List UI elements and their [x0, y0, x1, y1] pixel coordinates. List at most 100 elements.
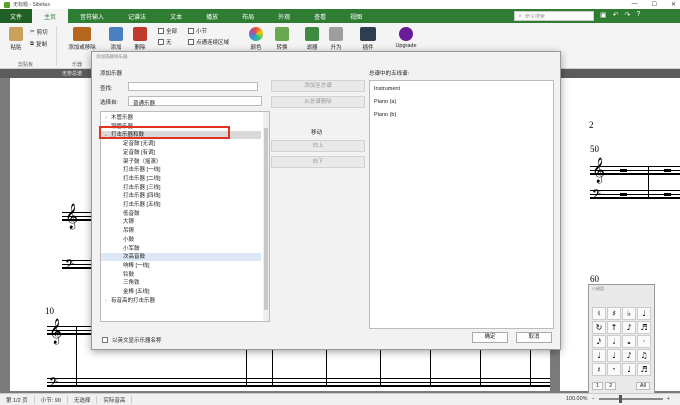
upgrade-button[interactable]: Upgrade: [392, 27, 420, 49]
minimize-icon[interactable]: —: [632, 1, 638, 8]
instrument-tree[interactable]: › 木管乐器 › 铜管乐器 ⌄ 打击乐器和鼓 定音鼓 [无调] 定音鼓 [有调] 架子鼓（摇滚）…: [100, 111, 270, 322]
delete-bar-button[interactable]: 删除: [130, 27, 150, 51]
tree-instrument-item[interactable]: 金棒 [五线]: [101, 288, 261, 296]
help-icon[interactable]: ?: [636, 11, 640, 19]
keypad-key[interactable]: 𝅝: [622, 335, 636, 348]
close-icon[interactable]: ✕: [671, 1, 676, 8]
chevron-right-icon[interactable]: ›: [101, 297, 111, 305]
keypad-voice-1[interactable]: 1: [592, 382, 604, 390]
list-item[interactable]: Instrument: [374, 86, 400, 92]
keypad-key[interactable]: ♪: [622, 349, 636, 362]
tree-instrument-item[interactable]: 响棒 [一线]: [101, 262, 261, 270]
tree-instrument-item[interactable]: 吊镲: [101, 227, 261, 235]
keypad-key[interactable]: 𝄾: [607, 363, 621, 376]
staves-in-score-list[interactable]: Instrument Piano (a) Piano (b): [369, 80, 554, 329]
move-down-button[interactable]: 向下: [271, 156, 365, 168]
chevron-right-icon[interactable]: ›: [101, 114, 111, 122]
continuous-selection-icon: [188, 39, 194, 45]
tree-instrument-item[interactable]: 三角铁: [101, 279, 261, 287]
keypad-key[interactable]: ♩: [637, 307, 651, 320]
keypad-key[interactable]: 𝅘𝅥𝅯: [592, 335, 606, 348]
add-bar-button[interactable]: 添加: [106, 27, 126, 51]
keypad-key[interactable]: ♬: [637, 363, 651, 376]
tree-instrument-item[interactable]: 低音鼓: [101, 210, 261, 218]
tab-layout[interactable]: 布局: [230, 9, 266, 23]
tree-instrument-item[interactable]: 打击乐器 [三线]: [101, 184, 261, 192]
color-button[interactable]: 颜色: [246, 27, 266, 51]
keypad-voice-2[interactable]: 2: [605, 382, 617, 390]
continuous-selection-button[interactable]: 点通连续区域: [188, 38, 229, 46]
cut-button[interactable]: ✂ 剪切: [30, 28, 48, 36]
keypad-key[interactable]: ♮: [592, 307, 606, 320]
command-search[interactable]: ⌕ 命令搜索: [514, 11, 594, 21]
tree-instrument-item[interactable]: 小军鼓: [101, 245, 261, 253]
list-item[interactable]: Piano (a): [374, 99, 396, 105]
ok-button[interactable]: 确定: [472, 332, 508, 343]
save-icon[interactable]: ▣: [600, 11, 607, 19]
keypad-key[interactable]: ♫: [637, 349, 651, 362]
keypad-key[interactable]: ♪: [622, 321, 636, 334]
tree-instrument-item[interactable]: 打击乐器 [五线]: [101, 201, 261, 209]
english-names-checkbox[interactable]: [102, 337, 108, 343]
keypad-key[interactable]: 𝅗𝅥: [607, 335, 621, 348]
tree-instrument-item[interactable]: 铃鼓: [101, 271, 261, 279]
tab-play[interactable]: 播放: [194, 9, 230, 23]
tree-category-item[interactable]: › 木管乐器: [101, 114, 261, 122]
maximize-icon[interactable]: ☐: [652, 1, 657, 8]
zoom-in-icon[interactable]: +: [667, 396, 670, 402]
remove-from-score-button[interactable]: 从总谱删除: [271, 96, 365, 108]
filter-button[interactable]: 滤器: [302, 27, 322, 51]
tree-instrument-item[interactable]: 大镲: [101, 218, 261, 226]
copy-icon: ⧉: [30, 40, 34, 47]
add-remove-instruments-button[interactable]: 添加或移除: [62, 27, 102, 51]
keypad-key[interactable]: ·: [637, 335, 651, 348]
move-up-button[interactable]: 向上: [271, 140, 365, 152]
tree-instrument-item[interactable]: 打击乐器 [一线]: [101, 166, 261, 174]
select-none-button[interactable]: 无: [158, 38, 172, 46]
tab-review[interactable]: 查看: [302, 9, 338, 23]
tree-instrument-item[interactable]: 次高音鼓: [101, 253, 261, 262]
keypad-all-button[interactable]: All: [635, 382, 650, 390]
plugins-button[interactable]: 插件: [356, 27, 380, 51]
tree-instrument-item[interactable]: 定音鼓 [无调]: [101, 140, 261, 148]
keypad-key[interactable]: ↑: [607, 321, 621, 334]
redo-icon[interactable]: ↷: [625, 11, 631, 19]
cancel-button[interactable]: 取消: [516, 332, 552, 343]
tab-appearance[interactable]: 外观: [266, 9, 302, 23]
tree-instrument-item[interactable]: 打击乐器 [二线]: [101, 175, 261, 183]
tab-file[interactable]: 文件: [0, 9, 33, 23]
keypad-key[interactable]: ♩: [607, 349, 621, 362]
add-to-score-button[interactable]: 添加至总谱: [271, 80, 365, 92]
tab-home[interactable]: 主页: [32, 9, 69, 23]
tree-instrument-item[interactable]: 打击乐器 [四线]: [101, 192, 261, 200]
zoom-out-icon[interactable]: −: [592, 396, 595, 402]
tab-notations[interactable]: 记谱法: [116, 9, 158, 23]
undo-icon[interactable]: ↶: [613, 11, 619, 19]
copy-button[interactable]: ⧉ 复制: [30, 40, 47, 49]
list-item[interactable]: Piano (b): [374, 112, 396, 118]
tree-instrument-item[interactable]: 定音鼓 [有调]: [101, 149, 261, 157]
keypad-key[interactable]: ♩: [622, 363, 636, 376]
tree-scrollbar[interactable]: [263, 112, 269, 321]
keypad-key[interactable]: ♯: [607, 307, 621, 320]
tree-scrollbar-thumb[interactable]: [264, 128, 268, 310]
tab-text[interactable]: 文本: [158, 9, 194, 23]
choose-from-select[interactable]: 普通乐器: [128, 96, 262, 107]
zoom-slider[interactable]: [598, 395, 663, 403]
select-bar-button[interactable]: 小节: [188, 27, 207, 35]
keypad-key[interactable]: ♬: [637, 321, 651, 334]
tree-instrument-item[interactable]: 架子鼓（摇滚）: [101, 158, 261, 166]
transform-button[interactable]: 转换: [272, 27, 292, 51]
keypad-key[interactable]: ♭: [622, 307, 636, 320]
select-all-button[interactable]: 全部: [158, 27, 177, 35]
paste-button[interactable]: 粘贴: [6, 27, 26, 51]
keypad-key[interactable]: 𝄽: [592, 363, 606, 376]
keypad-key[interactable]: ♩: [592, 349, 606, 362]
find-input[interactable]: [128, 82, 258, 91]
tab-view[interactable]: 视图: [338, 9, 374, 23]
to-top-button[interactable]: 升为: [326, 27, 346, 51]
tab-note-input[interactable]: 音符输入: [68, 9, 116, 23]
keypad-key[interactable]: ↻: [592, 321, 606, 334]
tree-category-item[interactable]: › 有音高的打击乐器: [101, 297, 261, 305]
tree-instrument-item[interactable]: 小鼓: [101, 236, 261, 244]
